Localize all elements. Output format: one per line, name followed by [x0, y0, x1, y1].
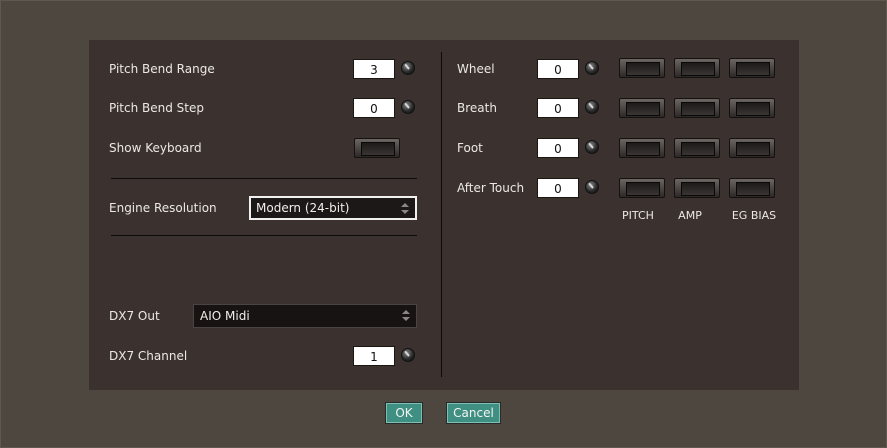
pitch-bend-step-knob-icon[interactable] [401, 100, 415, 114]
divider-bottom [111, 235, 417, 236]
foot-pitch-toggle[interactable] [619, 138, 665, 158]
pitch-bend-range-knob-icon[interactable] [401, 61, 415, 75]
after-touch-eg-bias-toggle[interactable] [729, 178, 775, 198]
show-keyboard-label: Show Keyboard [109, 141, 202, 155]
after-touch-knob-icon[interactable] [585, 180, 599, 194]
breath-knob-icon[interactable] [585, 100, 599, 114]
updown-arrows-icon [401, 202, 409, 216]
foot-amp-toggle[interactable] [674, 138, 720, 158]
pitch-bend-range-label: Pitch Bend Range [109, 62, 215, 76]
foot-label: Foot [457, 141, 483, 155]
dx7-out-select[interactable]: AIO Midi [193, 304, 417, 328]
engine-resolution-select[interactable]: Modern (24-bit) [249, 196, 417, 220]
breath-label: Breath [457, 101, 497, 115]
after-touch-pitch-toggle[interactable] [619, 178, 665, 198]
breath-amp-toggle[interactable] [674, 98, 720, 118]
column-divider [441, 52, 442, 377]
wheel-knob-icon[interactable] [585, 61, 599, 75]
pitch-bend-range-field[interactable]: 3 [353, 59, 395, 79]
foot-knob-icon[interactable] [585, 140, 599, 154]
wheel-label: Wheel [457, 62, 495, 76]
pitch-bend-step-label: Pitch Bend Step [109, 101, 205, 115]
after-touch-amp-toggle[interactable] [674, 178, 720, 198]
breath-range-field[interactable]: 0 [537, 98, 579, 118]
wheel-range-field[interactable]: 0 [537, 59, 579, 79]
pitch-bend-step-field[interactable]: 0 [353, 98, 395, 118]
after-touch-range-field[interactable]: 0 [537, 178, 579, 198]
dx7-channel-knob-icon[interactable] [401, 348, 415, 362]
dx7-channel-label: DX7 Channel [109, 349, 188, 363]
settings-panel: Pitch Bend Range 3 Pitch Bend Step 0 Sho… [89, 40, 799, 390]
wheel-amp-toggle[interactable] [674, 58, 720, 78]
dx7-out-value: AIO Midi [200, 309, 250, 323]
column-header-amp: AMP [678, 209, 702, 222]
wheel-pitch-toggle[interactable] [619, 58, 665, 78]
cancel-button[interactable]: Cancel [446, 402, 501, 424]
dx7-out-label: DX7 Out [109, 309, 160, 323]
engine-resolution-value: Modern (24-bit) [256, 201, 350, 215]
column-header-pitch: PITCH [622, 209, 654, 222]
foot-eg-bias-toggle[interactable] [729, 138, 775, 158]
column-header-eg-bias: EG BIAS [731, 209, 777, 222]
updown-arrows-icon [402, 309, 410, 323]
breath-pitch-toggle[interactable] [619, 98, 665, 118]
dx7-channel-field[interactable]: 1 [353, 346, 395, 366]
ok-button[interactable]: OK [385, 402, 423, 424]
show-keyboard-toggle[interactable] [354, 138, 400, 158]
wheel-eg-bias-toggle[interactable] [729, 58, 775, 78]
breath-eg-bias-toggle[interactable] [729, 98, 775, 118]
foot-range-field[interactable]: 0 [537, 138, 579, 158]
after-touch-label: After Touch [457, 181, 525, 195]
divider-top [111, 178, 417, 179]
engine-resolution-label: Engine Resolution [109, 201, 217, 215]
